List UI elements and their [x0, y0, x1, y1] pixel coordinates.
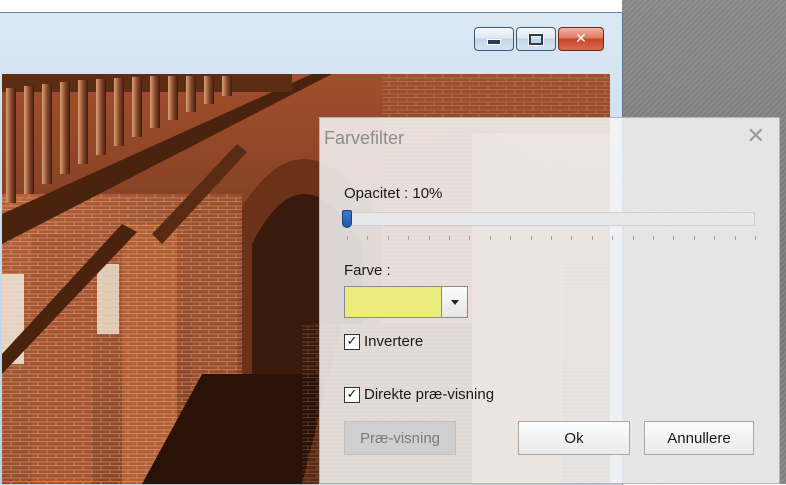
chevron-down-icon: [450, 299, 459, 305]
slider-tick: [653, 236, 654, 240]
preview-button[interactable]: Præ-visning: [344, 421, 456, 455]
slider-tick: [347, 236, 348, 240]
slider-tick: [449, 236, 450, 240]
opacity-slider-thumb[interactable]: [342, 210, 352, 228]
dialog-title: Farvefilter: [324, 128, 405, 148]
slider-tick: [734, 236, 736, 240]
opacity-slider-track[interactable]: [345, 212, 755, 226]
slider-tick: [428, 236, 430, 240]
invert-label: Invertere: [364, 333, 424, 350]
live-preview-option[interactable]: ✓ Direkte præ-visning: [344, 386, 494, 403]
slider-tick: [673, 236, 675, 240]
live-preview-label: Direkte præ-visning: [364, 386, 495, 403]
slider-tick: [714, 236, 716, 240]
minimize-button[interactable]: [474, 27, 514, 51]
slider-tick: [510, 236, 512, 240]
check-icon: ✓: [346, 387, 358, 402]
slider-tick: [387, 236, 389, 240]
color-filter-dialog: Farvefilter ✕ Opacitet : 10% Farve : ✓ I…: [319, 117, 780, 484]
slider-tick: [551, 236, 552, 240]
slider-tick: [367, 236, 369, 240]
slider-tick: [693, 236, 695, 240]
close-icon: ✕: [746, 124, 765, 149]
slider-tick: [755, 236, 756, 240]
dialog-close-button[interactable]: ✕: [747, 124, 765, 149]
minimize-icon: [487, 39, 501, 45]
invert-option[interactable]: ✓ Invertere: [344, 333, 423, 350]
window-controls: ✕: [474, 27, 604, 51]
slider-tick: [632, 236, 634, 240]
slider-tick: [591, 236, 593, 240]
live-preview-checkbox[interactable]: ✓: [344, 386, 360, 403]
slider-tick: [469, 236, 471, 240]
ok-button[interactable]: Ok: [518, 421, 630, 455]
color-dropdown[interactable]: [344, 286, 470, 318]
maximize-button[interactable]: [516, 27, 556, 51]
invert-checkbox[interactable]: ✓: [344, 333, 360, 350]
opacity-label: Opacitet : 10%: [344, 185, 443, 202]
color-swatch[interactable]: [344, 286, 442, 318]
window-close-button[interactable]: ✕: [558, 27, 604, 51]
slider-tick: [612, 236, 614, 240]
close-icon: ✕: [575, 31, 587, 47]
slider-tick: [571, 236, 573, 240]
maximize-icon: [529, 33, 543, 45]
slider-tick: [489, 236, 491, 240]
check-icon: ✓: [346, 334, 358, 349]
color-label: Farve :: [344, 262, 391, 279]
cancel-button[interactable]: Annullere: [644, 421, 754, 455]
slider-tick: [530, 236, 532, 240]
slider-ticks: [347, 236, 757, 242]
color-dropdown-button[interactable]: [442, 286, 468, 318]
slider-tick: [408, 236, 410, 240]
